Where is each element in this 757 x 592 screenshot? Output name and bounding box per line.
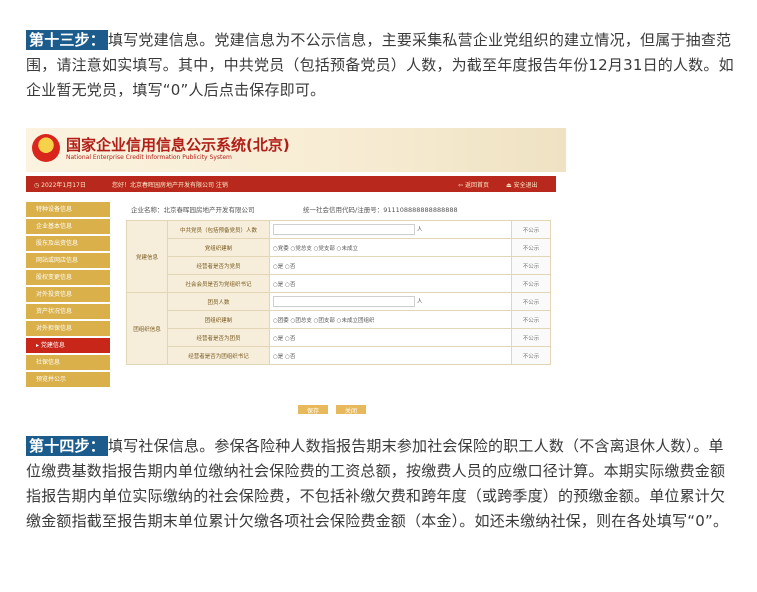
menu-item[interactable]: 股权变更信息 [26,270,110,285]
system-title-cn: 国家企业信用信息公示系统(北京) [66,136,290,154]
row-label: 中共党员（包括预备党员）人数 [167,220,270,239]
menu-item[interactable]: 社保信息 [26,355,110,370]
row-value: 人 [269,220,512,239]
menu-item[interactable]: 网站或网店信息 [26,253,110,268]
step-14-text: 填写社保信息。参保各险种人数指报告期末参加社会保险的职工人数（不含离退休人数）。… [26,437,729,530]
close-button[interactable]: 关闭 [336,405,366,414]
menu-item[interactable]: 企业基本信息 [26,219,110,234]
row-options[interactable]: ○团委 ○团总支 ○团支部 ○未成立团组织 [269,310,512,329]
party-form-table: 党建信息 中共党员（包括预备党员）人数 人 不公示 党组织建制 ○党委 ○党总支… [126,220,551,365]
embedded-screenshot: 国家企业信用信息公示系统(北京) National Enterprise Cre… [26,128,566,414]
party-members-input[interactable] [273,224,415,235]
menu-item[interactable]: 特种设备信息 [26,202,110,217]
row-label: 团员人数 [167,292,270,311]
step-14-label: 第十四步： [26,436,109,456]
national-emblem-icon [32,134,60,162]
row-value: 人 [269,292,512,311]
step-14-paragraph: 第十四步： 填写社保信息。参保各险种人数指报告期末参加社会保险的职工人数（不含离退… [26,434,736,534]
group-party: 党建信息 [126,220,168,293]
row-label: 党组织建制 [167,238,270,257]
row-pub: 不公示 [511,310,551,329]
form-buttons: 保存 关闭 [298,398,374,414]
row-options[interactable]: ○党委 ○党总支 ○党支部 ○未成立 [269,238,512,257]
row-pub: 不公示 [511,274,551,293]
row-label: 经营者是否为团组织书记 [167,346,270,365]
system-title-en: National Enterprise Credit Information P… [66,154,232,161]
step-13-text: 填写党建信息。党建信息为不公示信息，主要采集私营企业党组织的建立情况，但属于抽查… [26,31,734,99]
menu-item[interactable]: 对外担保信息 [26,321,110,336]
save-button[interactable]: 保存 [298,405,328,414]
row-pub: 不公示 [511,256,551,275]
row-pub: 不公示 [511,292,551,311]
menu-item[interactable]: 对外投资信息 [26,287,110,302]
home-link[interactable]: ⇦ 返回首页 [458,180,489,189]
group-league: 团组织信息 [126,292,168,365]
step-13-label: 第十三步： [26,30,109,50]
step-13-paragraph: 第十三步： 填写党建信息。党建信息为不公示信息，主要采集私营企业党组织的建立情况，… [26,28,736,103]
menu-item[interactable]: 预览并公示 [26,372,110,387]
row-label: 经营者是否为团员 [167,328,270,347]
league-members-input[interactable] [273,296,415,307]
breadcrumb: 您好！北京春晖园房地产开发有限公司 注销 [112,182,228,189]
company-name: 企业名称：北京春晖园房地产开发有限公司 [131,206,255,214]
date-label: ◷ 2022年1月17日 [34,182,86,189]
credit-code: 统一社会信用代码/注册号：911108888888888888 [303,206,458,214]
row-label: 经营者是否为党员 [167,256,270,275]
row-options[interactable]: ○是 ○否 [269,346,512,365]
system-banner: 国家企业信用信息公示系统(北京) National Enterprise Cre… [26,128,566,172]
top-bar: ◷ 2022年1月17日 您好！北京春晖园房地产开发有限公司 注销 ⇦ 返回首页… [26,176,556,192]
row-pub: 不公示 [511,328,551,347]
row-options[interactable]: ○是 ○否 [269,274,512,293]
menu-item[interactable]: 股东及出资信息 [26,236,110,251]
row-pub: 不公示 [511,220,551,239]
row-pub: 不公示 [511,346,551,365]
menu-item-active[interactable]: ▸ 党建信息 [26,338,110,353]
row-options[interactable]: ○是 ○否 [269,328,512,347]
row-label: 团组织建制 [167,310,270,329]
side-menu: 特种设备信息 企业基本信息 股东及出资信息 网站或网店信息 股权变更信息 对外投… [26,202,110,389]
menu-item[interactable]: 资产状况信息 [26,304,110,319]
exit-link[interactable]: ⏏ 安全退出 [506,180,538,189]
row-label: 社会会员是否为党组织书记 [167,274,270,293]
row-options[interactable]: ○是 ○否 [269,256,512,275]
row-pub: 不公示 [511,238,551,257]
